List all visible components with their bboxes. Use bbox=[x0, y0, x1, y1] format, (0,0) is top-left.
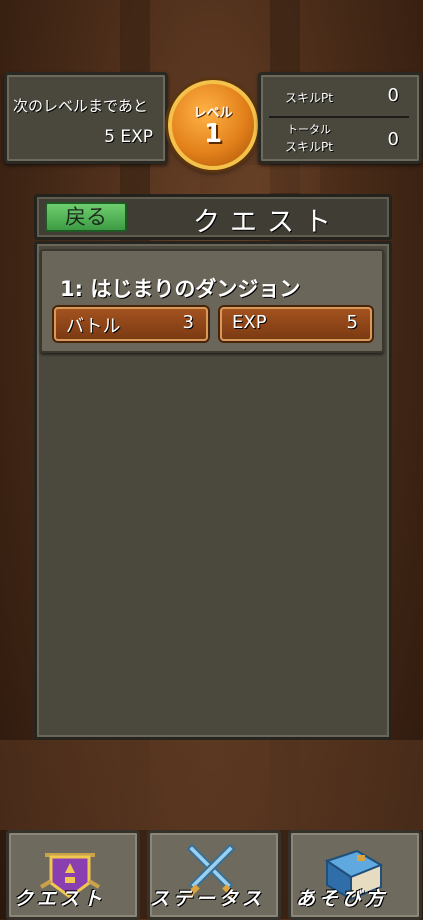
page-title: クエスト bbox=[193, 207, 341, 238]
level-badge-label: レベル bbox=[193, 105, 233, 121]
exp-label: EXP bbox=[232, 312, 267, 333]
quest-item[interactable]: 1: はじまりのダンジョン バトル 3 EXP 5 bbox=[40, 249, 384, 353]
title-bar: 戻る クエスト bbox=[34, 194, 392, 240]
exp-value: 5 bbox=[346, 312, 358, 333]
exp-reward-badge: EXP 5 bbox=[220, 307, 372, 341]
level-value: 1 bbox=[203, 118, 223, 149]
divider bbox=[269, 116, 409, 118]
nav-status-label: ステータス bbox=[150, 888, 266, 910]
total-skill-pt-label-line1: トータル bbox=[287, 123, 331, 136]
next-level-label: 次のレベルまであと bbox=[13, 97, 148, 115]
total-skill-pt-value: 0 bbox=[387, 129, 399, 150]
battle-value: 3 bbox=[182, 312, 194, 333]
total-skill-pt-label-line2: スキルPt bbox=[285, 140, 333, 154]
quest-title: 1: はじまりのダンジョン bbox=[60, 277, 301, 301]
level-badge: レベル 1 bbox=[168, 80, 258, 170]
battle-label: バトル bbox=[66, 316, 121, 337]
nav-howto-label: あそび方 bbox=[296, 888, 389, 910]
battle-count-badge: バトル 3 bbox=[54, 307, 208, 341]
next-level-panel: 次のレベルまであと 5 EXP bbox=[4, 72, 168, 164]
skill-pt-value: 0 bbox=[387, 85, 399, 106]
background-plank bbox=[0, 740, 423, 830]
back-button[interactable]: 戻る bbox=[45, 202, 127, 232]
nav-quest-label: クエスト bbox=[14, 888, 107, 910]
skill-pt-label: スキルPt bbox=[285, 91, 333, 105]
skill-points-panel: スキルPt 0 トータル スキルPt 0 bbox=[258, 72, 422, 164]
next-level-value: 5 EXP bbox=[104, 127, 153, 147]
